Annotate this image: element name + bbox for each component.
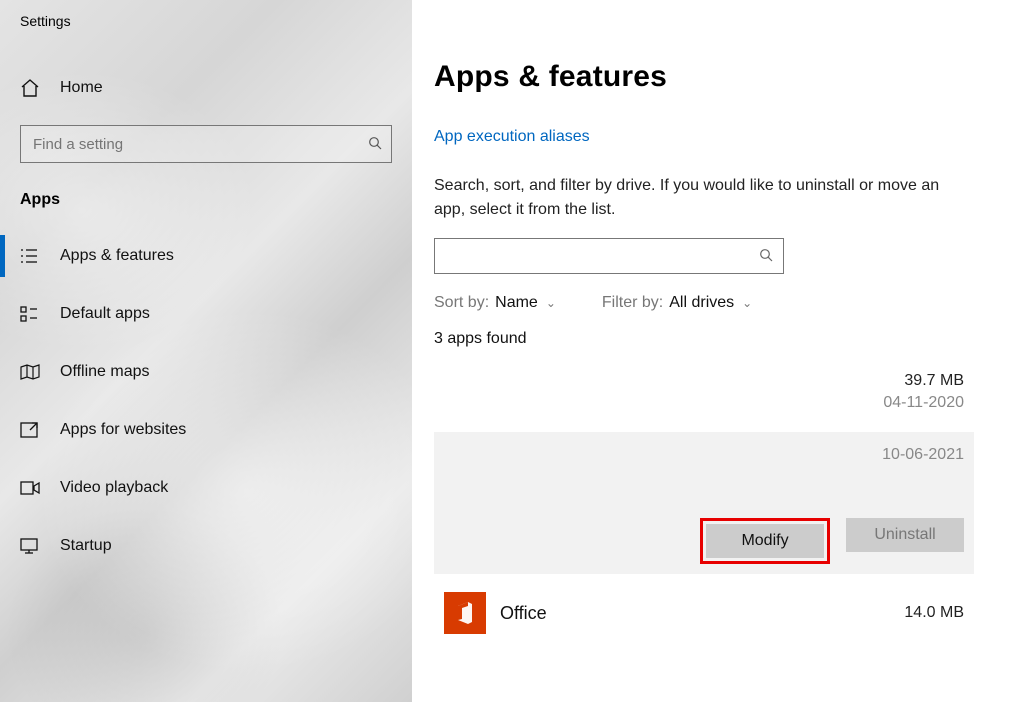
description-text: Search, sort, and filter by drive. If yo…	[434, 174, 964, 222]
app-size: 39.7 MB	[904, 372, 964, 390]
sidebar-item-label: Video playback	[60, 479, 168, 497]
app-search[interactable]	[434, 238, 784, 274]
apps-features-icon	[20, 248, 42, 264]
sidebar-nav: Apps & features Default apps Offline map…	[0, 227, 412, 575]
app-list-item-selected[interactable]: 10-06-2021 Modify Uninstall	[434, 432, 974, 574]
search-icon	[749, 248, 783, 265]
sort-value: Name	[495, 294, 538, 312]
app-list-item[interactable]: 39.7 MB 04-11-2020	[434, 366, 974, 418]
app-search-input[interactable]	[435, 248, 749, 265]
sort-by-dropdown[interactable]: Sort by: Name ⌄	[434, 294, 556, 312]
content-pane: Apps & features App execution aliases Se…	[412, 0, 1012, 702]
sidebar-item-label: Offline maps	[60, 363, 150, 381]
sidebar-home[interactable]: Home	[0, 65, 412, 111]
app-date: 10-06-2021	[882, 446, 964, 464]
filter-label: Filter by:	[602, 294, 663, 312]
sidebar-item-default-apps[interactable]: Default apps	[0, 285, 412, 343]
apps-found-count: 3 apps found	[434, 330, 980, 348]
sidebar-item-label: Apps & features	[60, 247, 174, 265]
video-playback-icon	[20, 481, 42, 495]
app-title: Settings	[0, 0, 412, 29]
settings-window: Settings Home Apps Apps & features	[0, 0, 1012, 702]
sidebar-search[interactable]	[20, 125, 392, 163]
app-list-item-office[interactable]: Office 14.0 MB	[434, 586, 974, 634]
sidebar-home-label: Home	[60, 79, 103, 97]
app-execution-aliases-link[interactable]: App execution aliases	[434, 128, 590, 146]
default-apps-icon	[20, 306, 42, 322]
apps-websites-icon	[20, 422, 42, 438]
home-icon	[20, 79, 42, 97]
office-icon	[444, 592, 486, 634]
modify-highlight-box: Modify	[700, 518, 830, 564]
page-title: Apps & features	[434, 60, 980, 94]
startup-icon	[20, 538, 42, 554]
sidebar-item-label: Default apps	[60, 305, 150, 323]
app-size: 14.0 MB	[904, 604, 964, 622]
search-icon	[359, 136, 391, 153]
sidebar: Settings Home Apps Apps & features	[0, 0, 412, 702]
sort-label: Sort by:	[434, 294, 489, 312]
sidebar-item-label: Startup	[60, 537, 112, 555]
sidebar-section-label: Apps	[0, 163, 412, 227]
app-action-buttons: Modify Uninstall	[444, 518, 964, 564]
offline-maps-icon	[20, 364, 42, 380]
sidebar-item-startup[interactable]: Startup	[0, 517, 412, 575]
uninstall-button[interactable]: Uninstall	[846, 518, 964, 552]
chevron-down-icon: ⌄	[546, 296, 556, 310]
filter-value: All drives	[669, 294, 734, 312]
modify-button[interactable]: Modify	[706, 524, 824, 558]
filter-by-dropdown[interactable]: Filter by: All drives ⌄	[602, 294, 752, 312]
apps-list: 39.7 MB 04-11-2020 10-06-2021 Modify Uni…	[434, 366, 980, 634]
sort-filter-row: Sort by: Name ⌄ Filter by: All drives ⌄	[434, 294, 980, 312]
sidebar-item-apps-features[interactable]: Apps & features	[0, 227, 412, 285]
app-name: Office	[500, 603, 890, 624]
sidebar-item-apps-for-websites[interactable]: Apps for websites	[0, 401, 412, 459]
app-date: 04-11-2020	[883, 394, 964, 412]
sidebar-item-video-playback[interactable]: Video playback	[0, 459, 412, 517]
chevron-down-icon: ⌄	[742, 296, 752, 310]
search-input[interactable]	[21, 136, 359, 153]
sidebar-item-label: Apps for websites	[60, 421, 186, 439]
sidebar-item-offline-maps[interactable]: Offline maps	[0, 343, 412, 401]
